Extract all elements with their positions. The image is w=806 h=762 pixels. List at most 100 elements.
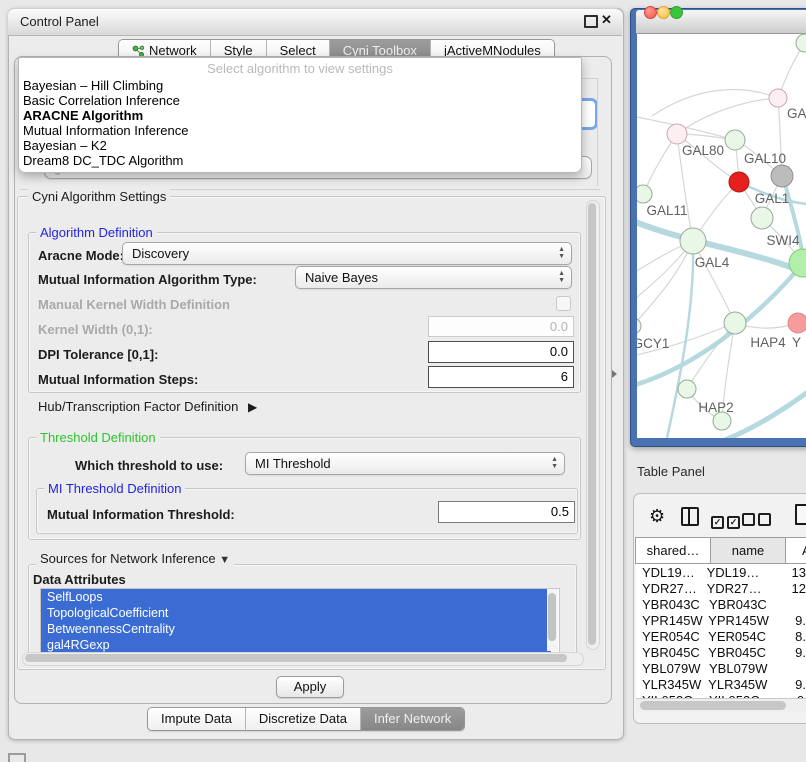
tab-discretize-data[interactable]: Discretize Data — [245, 708, 360, 730]
gear-icon[interactable]: ⚙ — [649, 506, 665, 527]
mi-threshold-field[interactable]: 0.5 — [438, 501, 575, 523]
network-graph: GAL GAL80 GAL10 GAL1 GAL11 SWI4 GAL4 GCY… — [637, 34, 806, 438]
node-gal1[interactable] — [751, 207, 773, 229]
attribute-item[interactable]: gal4RGexp — [41, 637, 551, 653]
algorithm-option[interactable]: Bayesian – K2 — [19, 138, 581, 153]
settings-vscrollbar-thumb[interactable] — [588, 203, 596, 645]
data-attributes-list[interactable]: SelfLoops TopologicalCoefficient Between… — [40, 588, 560, 654]
settings-hscrollbar[interactable] — [22, 652, 584, 666]
algorithm-option[interactable]: Bayesian – Hill Climbing — [19, 78, 581, 93]
node-label: Y — [792, 335, 801, 350]
node[interactable] — [769, 89, 787, 107]
cyni-bottom-tabs: Impute Data Discretize Data Infer Networ… — [147, 707, 465, 731]
which-threshold-label: Which threshold to use: — [75, 457, 223, 474]
node-swi4[interactable] — [789, 249, 806, 277]
cyni-algorithm-settings-title: Cyni Algorithm Settings — [28, 189, 170, 204]
list-vscrollbar-thumb[interactable] — [548, 593, 556, 641]
mi-type-combo[interactable]: Naive Bayes ▲▼ — [295, 266, 572, 289]
algorithm-option[interactable]: Dream8 DC_TDC Algorithm — [19, 153, 581, 168]
node-gal11[interactable] — [637, 185, 652, 203]
table-row[interactable]: YPR145WYPR145W9. — [635, 613, 806, 629]
node-gal80[interactable] — [667, 124, 687, 144]
minimize-traffic-light[interactable] — [657, 6, 670, 19]
manual-kernel-checkbox[interactable] — [556, 296, 571, 311]
table-row[interactable]: YDR27…YDR27…12 — [635, 581, 806, 597]
minimized-panel-button[interactable] — [8, 753, 26, 762]
table-panel-title: Table Panel — [637, 464, 705, 479]
node-hap4[interactable] — [724, 312, 746, 334]
column-header-a[interactable]: A — [786, 537, 806, 564]
table-hscrollbar[interactable] — [636, 698, 806, 712]
kernel-width-field[interactable]: 0.0 — [428, 316, 574, 337]
attribute-item[interactable]: TopologicalCoefficient — [41, 605, 551, 621]
settings-hscrollbar-thumb[interactable] — [25, 654, 567, 662]
zoom-traffic-light[interactable] — [670, 6, 683, 19]
threshold-definition-title: Threshold Definition — [36, 430, 160, 445]
dpi-tolerance-field[interactable]: 0.0 — [428, 341, 574, 363]
table-row[interactable]: YER054CYER054C8. — [635, 629, 806, 645]
table-hscrollbar-thumb[interactable] — [640, 701, 786, 710]
data-attributes-label: Data Attributes — [33, 571, 126, 588]
apply-button[interactable]: Apply — [276, 676, 344, 698]
node-hap2[interactable] — [678, 380, 696, 398]
hub-definition-toggle[interactable]: Hub/Transcription Factor Definition ▶ — [38, 398, 257, 416]
node-gray[interactable] — [771, 165, 793, 187]
network-canvas[interactable]: GAL GAL80 GAL10 GAL1 GAL11 SWI4 GAL4 GCY… — [637, 34, 806, 438]
aracne-mode-label: Aracne Mode: — [38, 247, 124, 264]
mi-type-label: Mutual Information Algorithm Type: — [38, 271, 257, 288]
splitter-arrow-icon[interactable] — [612, 370, 617, 378]
close-icon[interactable]: ✕ — [601, 12, 612, 28]
node-label: GAL10 — [744, 151, 786, 166]
sources-group-title[interactable]: Sources for Network Inference ▼ — [36, 551, 234, 568]
close-traffic-light[interactable] — [644, 6, 657, 19]
node-label: HAP2 — [698, 400, 733, 415]
expand-arrow-icon: ▶ — [248, 400, 257, 414]
node-label: GAL80 — [682, 143, 724, 158]
attribute-item[interactable]: BetweennessCentrality — [41, 621, 551, 637]
attribute-item[interactable]: SelfLoops — [41, 589, 551, 605]
which-threshold-combo[interactable]: MI Threshold ▲▼ — [245, 452, 565, 475]
combo-arrows-icon: ▲▼ — [558, 246, 565, 260]
algorithm-option[interactable]: Mutual Information Inference — [19, 123, 581, 138]
node-label: HAP4 — [750, 335, 786, 350]
mi-steps-label: Mutual Information Steps: — [38, 371, 198, 388]
hide-columns-icon[interactable] — [742, 513, 774, 531]
settings-vscrollbar[interactable] — [586, 200, 600, 650]
columns-icon[interactable] — [681, 507, 699, 526]
column-header-name[interactable]: name — [711, 537, 786, 564]
column-header-shared[interactable]: shared… — [635, 537, 711, 564]
algorithm-option-selected[interactable]: ARACNE Algorithm — [19, 108, 581, 123]
node-label: GAL1 — [755, 191, 790, 206]
collapse-arrow-icon: ▼ — [219, 554, 230, 566]
node-gcy1[interactable] — [637, 318, 641, 334]
control-panel-titlebar[interactable] — [8, 8, 622, 36]
node-gal10[interactable] — [725, 130, 745, 150]
node-label: SWI4 — [766, 233, 799, 248]
node-gal4[interactable] — [680, 228, 706, 254]
aracne-mode-combo[interactable]: Discovery ▲▼ — [122, 242, 572, 265]
table-row[interactable]: YLR345WYLR345W9. — [635, 677, 806, 693]
list-vscrollbar[interactable] — [547, 589, 558, 651]
node-salmon[interactable] — [788, 313, 806, 333]
float-window-icon[interactable] — [584, 15, 598, 28]
table-header: shared… name A — [635, 537, 806, 564]
combo-arrows-icon: ▲▼ — [558, 270, 565, 284]
screen: Control Panel ✕ Network Style Select Cyn… — [0, 0, 806, 762]
table-row[interactable]: YBL079WYBL079W — [635, 661, 806, 677]
group-border-fragment — [580, 78, 598, 79]
node-label: GAL11 — [646, 203, 687, 218]
new-table-icon[interactable] — [795, 504, 806, 525]
algorithm-popup-placeholder: Select algorithm to view settings — [19, 61, 581, 78]
algorithm-option[interactable]: Basic Correlation Inference — [19, 93, 581, 108]
node-selected-red[interactable] — [729, 172, 749, 192]
node[interactable] — [796, 34, 806, 52]
mi-steps-field[interactable]: 6 — [428, 366, 574, 388]
table-row[interactable]: YDL19…YDL19…13 — [635, 565, 806, 581]
table-row[interactable]: YBR045CYBR045C9. — [635, 645, 806, 661]
table-row[interactable]: YBR043CYBR043C — [635, 597, 806, 613]
dpi-tolerance-label: DPI Tolerance [0,1]: — [38, 346, 158, 363]
tab-impute-data[interactable]: Impute Data — [148, 708, 245, 730]
group-border-fragment — [597, 78, 598, 186]
tab-infer-network[interactable]: Infer Network — [360, 708, 464, 730]
show-columns-icon[interactable]: ✓✓ — [711, 512, 743, 530]
